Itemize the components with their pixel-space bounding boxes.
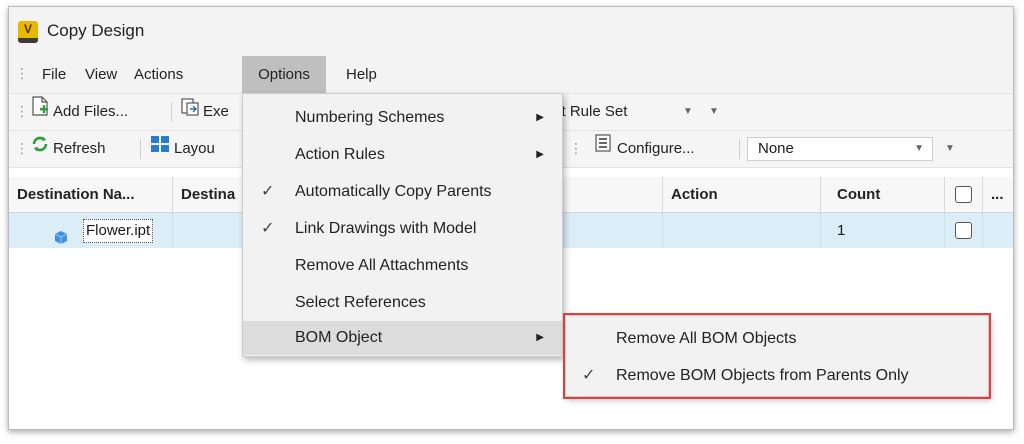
refresh-button[interactable]: Refresh (31, 131, 106, 167)
submenu-arrow-icon: ▶ (536, 112, 544, 123)
menu-item-numbering-schemes[interactable]: Numbering Schemes ▶ (243, 99, 562, 136)
menu-item-select-references[interactable]: Select References (243, 284, 562, 321)
menubar-grip-icon: ⋮ (15, 65, 29, 81)
cell-destination-name[interactable]: Flower.ipt (9, 213, 173, 248)
cell-count: 1 (821, 213, 945, 248)
annotation-highlight-box (563, 313, 991, 399)
toolbar-grip-icon: ⋮ (569, 140, 583, 156)
configure-button[interactable]: Configure... (593, 131, 695, 167)
export-icon (181, 94, 199, 130)
cell-action[interactable] (663, 213, 821, 248)
exe-button[interactable]: Exe (181, 94, 229, 130)
vault-app-icon: V (18, 21, 38, 43)
menu-bar: ⋮ File View Actions Options Help (9, 56, 1013, 94)
part-file-icon (53, 223, 68, 258)
chevron-down-icon: ▼ (914, 143, 924, 154)
copy-design-window: V Copy Design ⋮ File View Actions Option… (8, 6, 1014, 430)
window-title: Copy Design (47, 21, 145, 40)
menu-options[interactable]: Options (242, 56, 326, 93)
menu-help[interactable]: Help (338, 56, 385, 93)
toolbar-grip-icon: ⋮ (15, 140, 29, 156)
column-action[interactable]: Action (663, 177, 821, 212)
menu-view[interactable]: View (77, 56, 125, 93)
add-file-icon (31, 94, 49, 130)
toolbar-separator (171, 102, 172, 122)
toolbar-grip-icon: ⋮ (15, 103, 29, 119)
toolbar-overflow-icon[interactable]: ▼ (709, 94, 719, 130)
filter-dropdown[interactable]: None ▼ (747, 137, 933, 161)
checkmark-icon: ✓ (261, 183, 275, 200)
row-checkbox[interactable] (955, 222, 972, 239)
checkmark-icon: ✓ (261, 220, 275, 237)
cell-select[interactable] (945, 213, 983, 248)
select-all-checkbox[interactable] (955, 186, 972, 203)
layout-button[interactable]: Layou (150, 131, 215, 167)
refresh-icon (31, 131, 49, 167)
menu-item-auto-copy-parents[interactable]: ✓ Automatically Copy Parents (243, 173, 562, 210)
rule-set-dropdown[interactable]: ılt Rule Set (554, 94, 627, 130)
menu-item-remove-attachments[interactable]: Remove All Attachments (243, 247, 562, 284)
options-menu: Numbering Schemes ▶ Action Rules ▶ ✓ Aut… (242, 93, 563, 357)
menu-item-link-drawings[interactable]: ✓ Link Drawings with Model (243, 210, 562, 247)
layout-icon (150, 131, 170, 167)
column-select-all[interactable] (945, 177, 983, 212)
menu-file[interactable]: File (34, 56, 74, 93)
add-files-button[interactable]: Add Files... (31, 94, 128, 130)
menu-actions[interactable]: Actions (126, 56, 191, 93)
menu-item-action-rules[interactable]: Action Rules ▶ (243, 136, 562, 173)
toolbar-separator (739, 139, 740, 159)
menu-item-bom-object[interactable]: BOM Object ▶ (243, 321, 562, 355)
column-count[interactable]: Count (821, 177, 945, 212)
title-bar: V Copy Design (9, 7, 1013, 56)
file-name-label[interactable]: Flower.ipt (83, 219, 154, 243)
column-destination-name[interactable]: Destination Na... (9, 177, 173, 212)
column-more[interactable]: ... (983, 177, 1013, 212)
rule-set-caret-icon[interactable]: ▼ (683, 94, 693, 130)
toolbar-separator (140, 139, 141, 159)
submenu-arrow-icon: ▶ (536, 149, 544, 160)
configure-icon (593, 131, 613, 167)
submenu-arrow-icon: ▶ (536, 332, 544, 343)
toolbar-overflow-icon[interactable]: ▼ (945, 131, 955, 167)
